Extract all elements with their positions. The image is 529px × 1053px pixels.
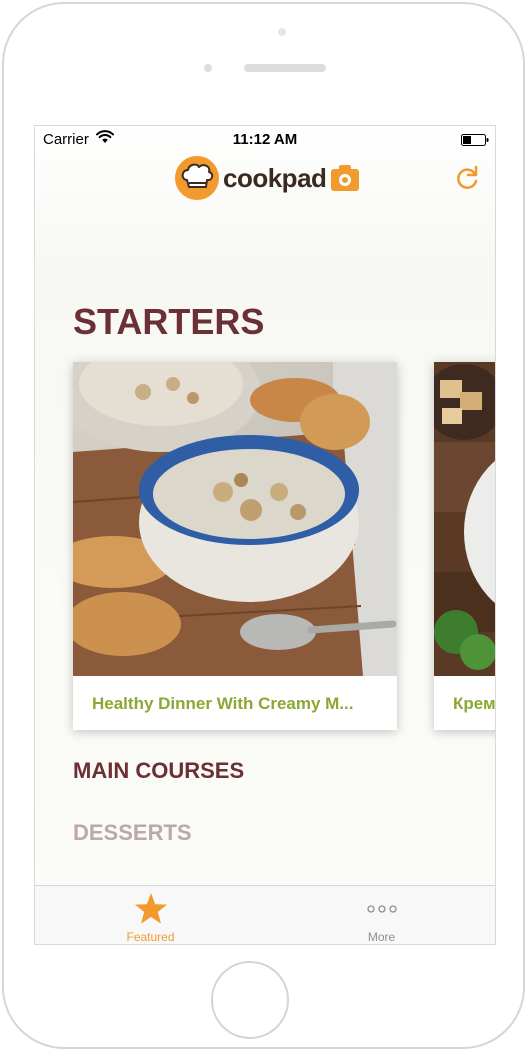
star-icon: [134, 893, 167, 924]
mushroom-soup-photo: [73, 362, 397, 676]
tab-bar: Featured More: [35, 885, 495, 944]
chef-hat-icon: [175, 156, 219, 200]
earpiece-speaker: [244, 64, 326, 72]
logo-text: cookpad: [223, 162, 327, 193]
bread-and-greens-photo: [434, 362, 495, 676]
camera-icon: [331, 165, 360, 191]
cookpad-logo: cookpad: [175, 156, 360, 200]
section-title-starters[interactable]: STARTERS: [73, 301, 264, 343]
recipe-card-title: Healthy Dinner With Creamy M...: [92, 694, 354, 713]
battery-icon: [461, 134, 489, 146]
tab-label: Featured: [126, 930, 175, 944]
tab-featured[interactable]: Featured: [35, 886, 266, 944]
section-title-main-courses[interactable]: MAIN COURSES: [73, 758, 244, 784]
proximity-sensor: [204, 64, 212, 72]
more-dots-icon: [366, 905, 397, 913]
recipe-card[interactable]: Крем: [434, 362, 496, 730]
app-screen: Carrier 11:12 AM cookpad STARTERS Health…: [34, 125, 496, 945]
recipe-card-title: Крем: [453, 694, 496, 713]
tab-label: More: [367, 930, 396, 944]
recipe-card[interactable]: Healthy Dinner With Creamy M...: [73, 362, 397, 730]
home-button[interactable]: [211, 961, 289, 1039]
starters-carousel[interactable]: Healthy Dinner With Creamy M... Крем: [35, 362, 495, 732]
refresh-icon[interactable]: [453, 164, 481, 192]
status-time: 11:12 AM: [232, 131, 298, 148]
tab-more[interactable]: More: [266, 886, 495, 944]
app-header: cookpad: [35, 152, 495, 202]
status-bar: Carrier 11:12 AM: [35, 126, 495, 152]
section-title-desserts[interactable]: DESSERTS: [73, 820, 192, 846]
front-camera: [278, 28, 286, 36]
